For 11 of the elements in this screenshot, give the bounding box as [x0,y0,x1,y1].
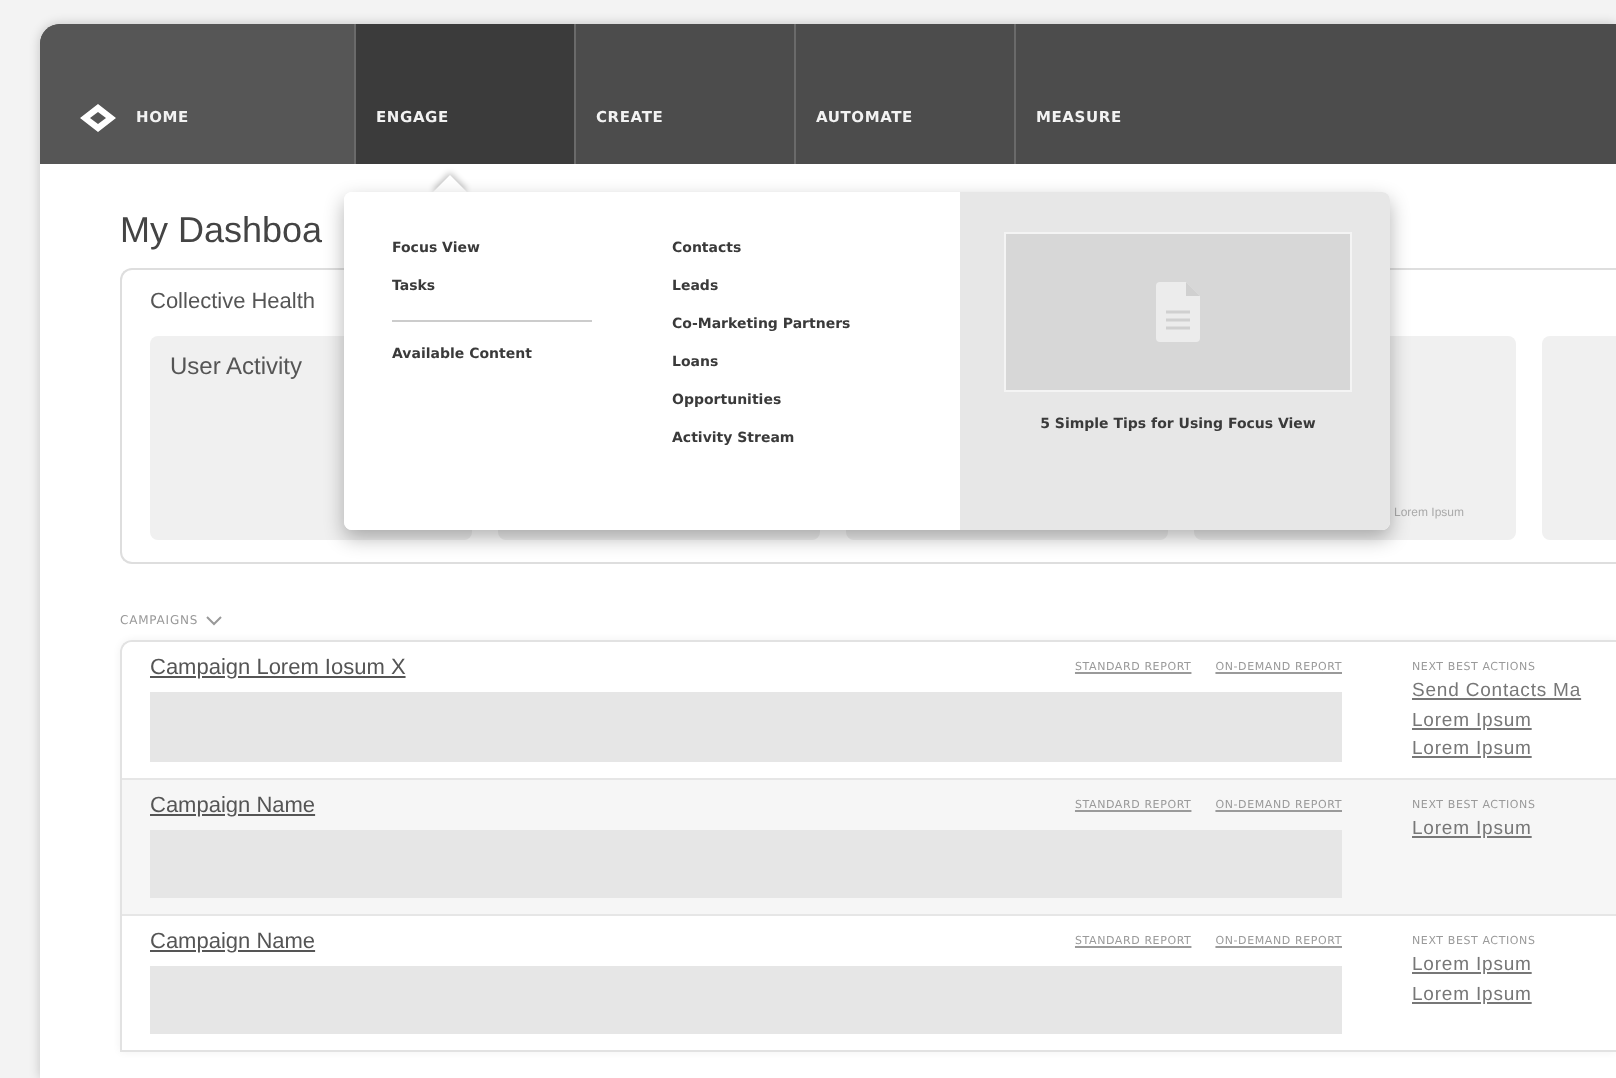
action-link[interactable]: Lorem Ipsum [1412,707,1532,736]
action-link[interactable]: Send Contacts Ma [1412,678,1582,707]
section-title: Collective Health [150,288,316,316]
campaign-link[interactable]: Campaign Name [150,929,316,954]
campaign-link[interactable]: Campaign Name [150,793,316,818]
action-link[interactable]: Lorem Ipsum [1412,952,1532,981]
action-link[interactable]: Lorem Ipsum [1412,816,1532,845]
page-title: My Dashboa [120,208,323,252]
action-link[interactable]: Lorem Ipsum [1412,736,1532,765]
campaign-link[interactable]: Campaign Lorem Iosum X [150,655,406,680]
action-link[interactable]: Lorem Ipsum [1412,981,1532,1010]
